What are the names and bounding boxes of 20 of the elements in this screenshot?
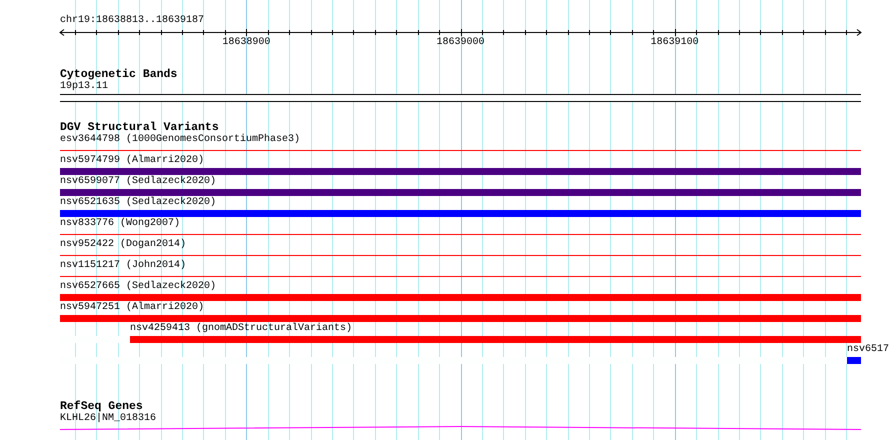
feature-label: nsv5974799 (Almarri2020) (60, 155, 204, 167)
tick-label: 18639100 (650, 37, 699, 49)
track-title: DGV Structural Variants (60, 122, 219, 134)
feature-label: nsv6527665 (Sedlazeck2020) (60, 281, 216, 293)
track-title: RefSeq Genes (60, 401, 143, 413)
feature-label: KLHL26|NM_018316 (60, 413, 156, 425)
feature-label: 19p13.11 (60, 81, 108, 93)
feature-label: nsv1151217 (John2014) (60, 260, 186, 272)
track-title: Cytogenetic Bands (60, 69, 178, 81)
feature-label: nsv833776 (Wong2007) (60, 218, 180, 230)
tick-label: 18638900 (222, 37, 270, 49)
feature-label: nsv6599077 (Sedlazeck2020) (60, 176, 216, 188)
feature-label: nsv6517 (847, 344, 890, 356)
feature-label: nsv5947251 (Almarri2020) (60, 302, 204, 314)
feature-label: nsv952422 (Dogan2014) (60, 239, 186, 251)
feature-label: esv3644798 (1000GenomesConsortiumPhase3) (60, 134, 300, 146)
feature-label: nsv6521635 (Sedlazeck2020) (60, 197, 216, 209)
feature-label: nsv4259413 (gnomADStructuralVariants) (130, 323, 352, 335)
tick-label: 18639000 (436, 37, 484, 49)
ruler-label: chr19:18638813..18639187 (60, 15, 206, 27)
